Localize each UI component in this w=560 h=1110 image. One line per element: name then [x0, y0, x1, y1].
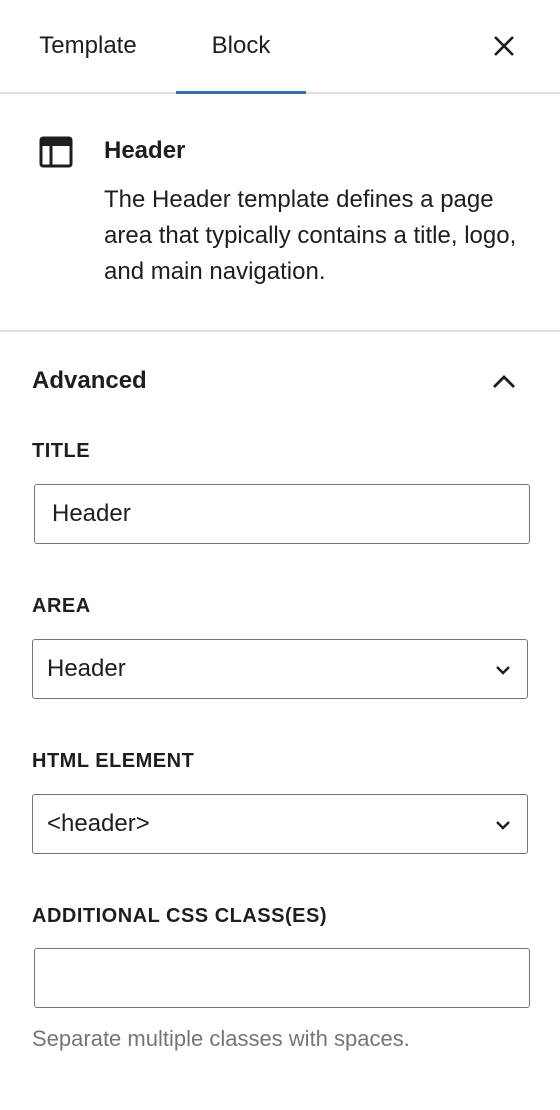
title-input[interactable] [34, 484, 530, 544]
close-icon [494, 36, 514, 56]
title-label: TITLE [32, 440, 91, 462]
area-select[interactable]: Header [32, 639, 528, 699]
chevron-down-icon [496, 821, 510, 830]
tab-block[interactable]: Block [176, 0, 306, 94]
css-class-input[interactable] [34, 948, 530, 1008]
html-element-label: HTML ELEMENT [32, 750, 195, 772]
html-element-select-value: <header> [47, 810, 150, 837]
sidebar-tabs: Template Block [0, 0, 560, 94]
css-class-help-text: Separate multiple classes with spaces. [32, 1026, 410, 1051]
chevron-up-icon [493, 375, 515, 388]
block-description: The Header template defines a page area … [104, 186, 517, 285]
block-title: Header [104, 137, 186, 164]
advanced-panel-toggle[interactable]: Advanced [0, 332, 560, 428]
html-element-select[interactable]: <header> [32, 794, 528, 854]
area-select-value: Header [47, 655, 126, 682]
advanced-panel-title: Advanced [32, 367, 147, 394]
tab-template[interactable]: Template [12, 0, 164, 92]
block-card: Header The Header template defines a pag… [0, 94, 560, 332]
header-layout-icon [39, 136, 73, 168]
chevron-down-icon [496, 666, 510, 675]
close-button[interactable] [484, 26, 524, 66]
area-label: AREA [32, 595, 91, 617]
css-class-label: ADDITIONAL CSS CLASS(ES) [32, 905, 327, 927]
